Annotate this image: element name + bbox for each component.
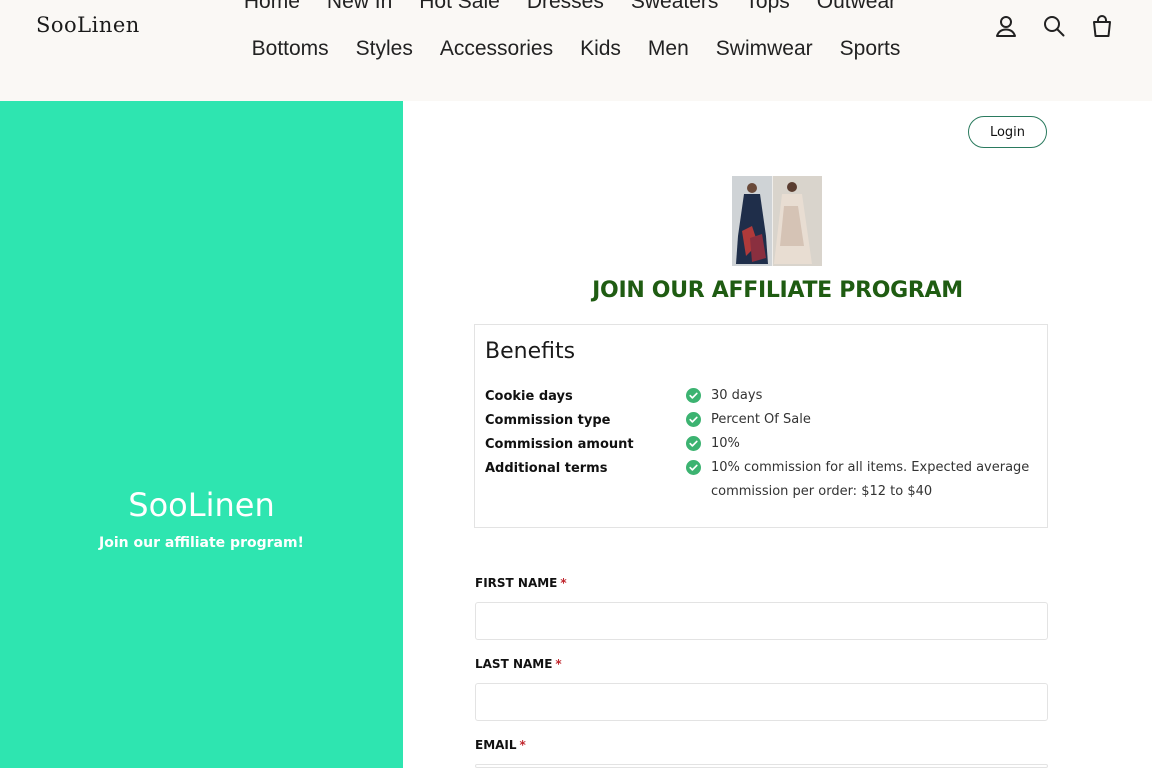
nav-item-hot-sale[interactable]: Hot Sale [419,0,500,14]
cart-icon[interactable] [1090,14,1114,38]
nav-item-kids[interactable]: Kids [580,37,621,61]
benefit-label-cookie-days: Cookie days [485,389,573,404]
benefit-label-commission-type: Commission type [485,413,611,428]
nav-item-swimwear[interactable]: Swimwear [716,37,813,61]
email-label-text: EMAIL [475,738,517,752]
account-icon[interactable] [994,14,1018,38]
benefit-value-commission-amount: 10% [711,436,740,451]
nav-item-new-in[interactable]: New In [327,0,392,14]
required-asterisk: * [519,738,526,752]
check-circle-icon [686,460,701,475]
required-asterisk: * [560,576,567,590]
last-name-label: LAST NAME * [475,657,562,671]
site-header: SooLinen Home New In Hot Sale Dresses Sw… [0,0,1152,101]
check-circle-icon [686,412,701,427]
main-nav-row-1: Home New In Hot Sale Dresses Sweaters To… [0,0,1146,14]
benefits-card: Benefits Cookie days 30 days Commission … [474,324,1048,528]
nav-item-outwear[interactable]: Outwear [817,0,896,14]
check-circle-icon [686,388,701,403]
last-name-input[interactable] [475,683,1048,721]
nav-item-sweaters[interactable]: Sweaters [631,0,719,14]
nav-item-sports[interactable]: Sports [840,37,901,61]
required-asterisk: * [555,657,562,671]
benefits-heading: Benefits [485,339,576,364]
first-name-label: FIRST NAME * [475,576,567,590]
benefit-label-commission-amount: Commission amount [485,437,634,452]
nav-item-dresses[interactable]: Dresses [527,0,604,14]
check-circle-icon [686,436,701,451]
nav-item-bottoms[interactable]: Bottoms [252,37,329,61]
benefit-value-commission-type: Percent Of Sale [711,412,811,427]
benefit-value-additional-terms: 10% commission for all items. Expected a… [711,460,1030,499]
last-name-label-text: LAST NAME [475,657,553,671]
page-title: JOIN OUR AFFILIATE PROGRAM [592,278,963,303]
first-name-label-text: FIRST NAME [475,576,558,590]
nav-item-accessories[interactable]: Accessories [440,37,553,61]
main-nav-row-2: Bottoms Styles Accessories Kids Men Swim… [0,37,1152,61]
dress-product-image [732,176,822,266]
login-button[interactable]: Login [968,116,1047,148]
first-name-input[interactable] [475,602,1048,640]
nav-item-men[interactable]: Men [648,37,689,61]
benefit-value-cookie-days: 30 days [711,388,763,403]
affiliate-side-panel [0,101,403,768]
search-icon[interactable] [1042,14,1066,38]
nav-item-styles[interactable]: Styles [356,37,413,61]
side-panel-brand: SooLinen [128,486,275,524]
benefit-label-additional-terms: Additional terms [485,461,608,476]
side-panel-tagline: Join our affiliate program! [99,535,304,551]
email-input[interactable] [475,764,1048,768]
site-logo[interactable]: SooLinen [36,13,140,37]
email-label: EMAIL * [475,738,526,752]
header-icons [994,14,1114,38]
nav-item-tops[interactable]: Tops [745,0,789,14]
nav-item-home[interactable]: Home [244,0,300,14]
